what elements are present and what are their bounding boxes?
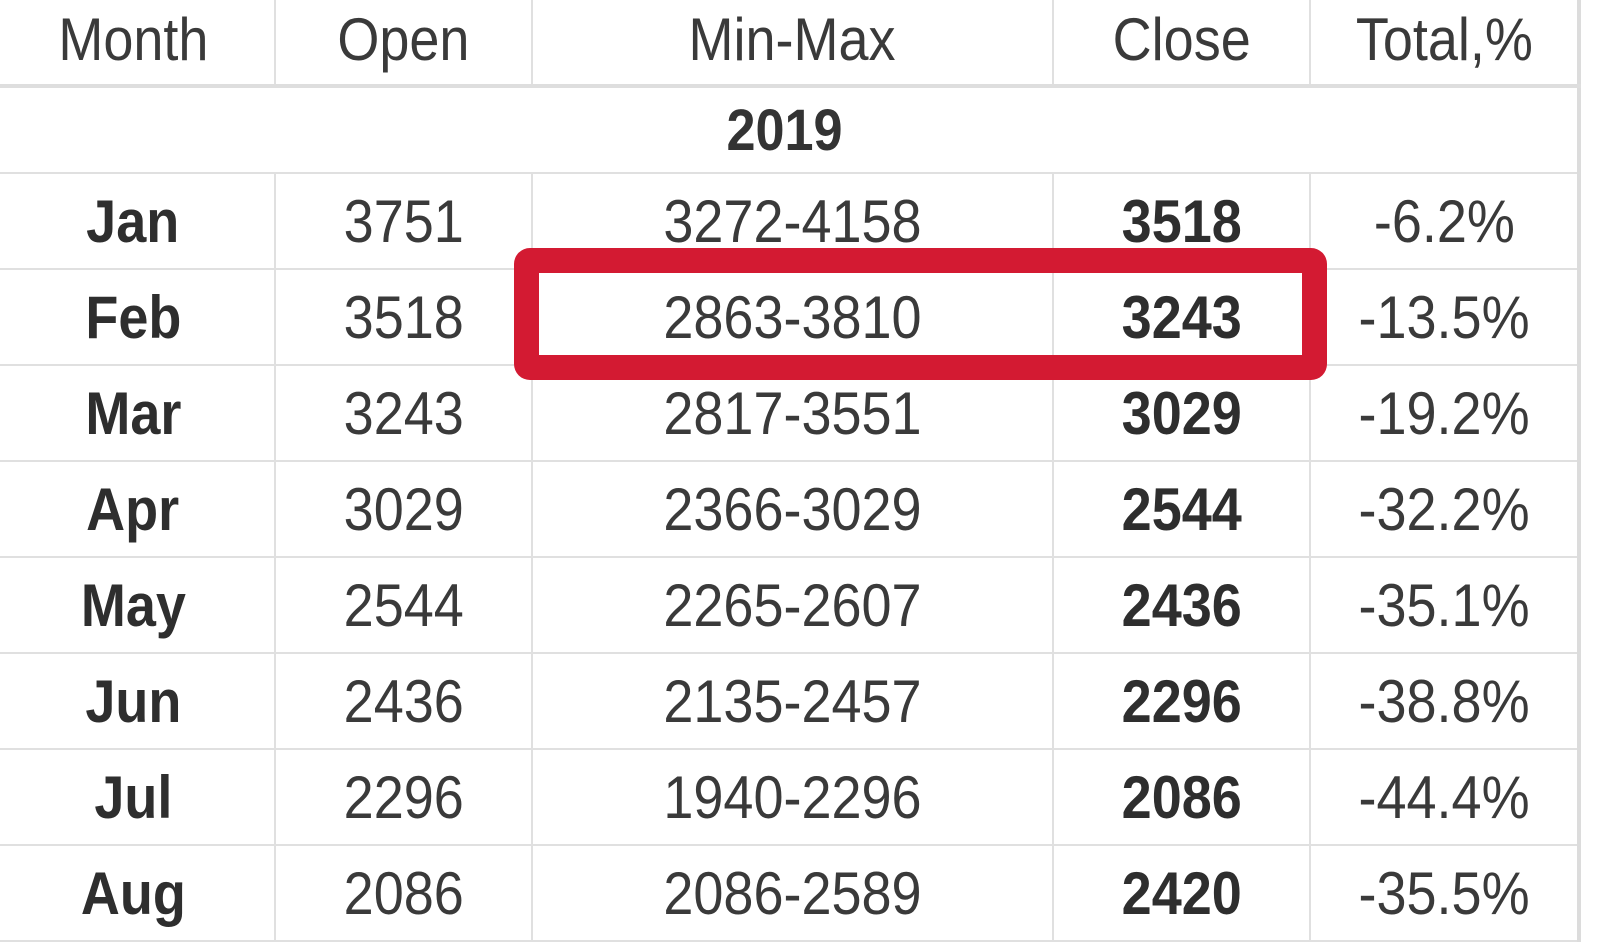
header-close: Close bbox=[1052, 0, 1311, 88]
min-max-cell: 2265-2607 bbox=[531, 556, 1054, 654]
month-cell: Apr bbox=[0, 460, 276, 558]
open-cell: 3751 bbox=[274, 172, 533, 270]
total-cell: -19.2% bbox=[1309, 364, 1580, 462]
total-cell: -38.8% bbox=[1309, 652, 1580, 750]
close-cell: 3518 bbox=[1052, 172, 1311, 270]
min-max-cell: 2817-3551 bbox=[531, 364, 1054, 462]
min-max-cell: 2135-2457 bbox=[531, 652, 1054, 750]
min-max-cell: 2366-3029 bbox=[531, 460, 1054, 558]
min-max-cell: 2086-2589 bbox=[531, 844, 1054, 942]
open-cell: 3518 bbox=[274, 268, 533, 366]
min-max-cell: 3272-4158 bbox=[531, 172, 1054, 270]
open-cell: 2296 bbox=[274, 748, 533, 846]
close-cell: 3029 bbox=[1052, 364, 1311, 462]
total-cell: -44.4% bbox=[1309, 748, 1580, 846]
month-cell: Mar bbox=[0, 364, 276, 462]
total-cell: -35.1% bbox=[1309, 556, 1580, 654]
total-cell: -32.2% bbox=[1309, 460, 1580, 558]
close-cell: 3243 bbox=[1052, 268, 1311, 366]
header-min-max: Min-Max bbox=[531, 0, 1054, 88]
table-row: Mar 3243 2817-3551 3029 -19.2% bbox=[0, 364, 1580, 462]
year-label: 2019 bbox=[0, 85, 1580, 174]
table-row: May 2544 2265-2607 2436 -35.1% bbox=[0, 556, 1580, 654]
monthly-price-table: Month Open Min-Max Close Total,% 2019 Ja… bbox=[0, 0, 1581, 942]
close-cell: 2086 bbox=[1052, 748, 1311, 846]
open-cell: 2544 bbox=[274, 556, 533, 654]
table-row: Apr 3029 2366-3029 2544 -32.2% bbox=[0, 460, 1580, 558]
month-cell: May bbox=[0, 556, 276, 654]
header-month: Month bbox=[0, 0, 276, 88]
open-cell: 3029 bbox=[274, 460, 533, 558]
open-cell: 2436 bbox=[274, 652, 533, 750]
table-row: Aug 2086 2086-2589 2420 -35.5% bbox=[0, 844, 1580, 942]
min-max-cell: 2863-3810 bbox=[531, 268, 1054, 366]
header-open: Open bbox=[274, 0, 533, 88]
month-cell: Jul bbox=[0, 748, 276, 846]
close-cell: 2436 bbox=[1052, 556, 1311, 654]
open-cell: 2086 bbox=[274, 844, 533, 942]
total-cell: -35.5% bbox=[1309, 844, 1580, 942]
table-row: Feb 3518 2863-3810 3243 -13.5% bbox=[0, 268, 1580, 366]
table-row: Jan 3751 3272-4158 3518 -6.2% bbox=[0, 172, 1580, 270]
open-cell: 3243 bbox=[274, 364, 533, 462]
total-cell: -6.2% bbox=[1309, 172, 1580, 270]
table-row: Jul 2296 1940-2296 2086 -44.4% bbox=[0, 748, 1580, 846]
close-cell: 2420 bbox=[1052, 844, 1311, 942]
min-max-cell: 1940-2296 bbox=[531, 748, 1054, 846]
month-cell: Jan bbox=[0, 172, 276, 270]
month-cell: Aug bbox=[0, 844, 276, 942]
month-cell: Feb bbox=[0, 268, 276, 366]
month-cell: Jun bbox=[0, 652, 276, 750]
header-total-percent: Total,% bbox=[1309, 0, 1580, 88]
total-cell: -13.5% bbox=[1309, 268, 1580, 366]
close-cell: 2296 bbox=[1052, 652, 1311, 750]
year-row: 2019 bbox=[0, 85, 1580, 174]
table-row: Jun 2436 2135-2457 2296 -38.8% bbox=[0, 652, 1580, 750]
close-cell: 2544 bbox=[1052, 460, 1311, 558]
header-row: Month Open Min-Max Close Total,% bbox=[0, 0, 1580, 88]
